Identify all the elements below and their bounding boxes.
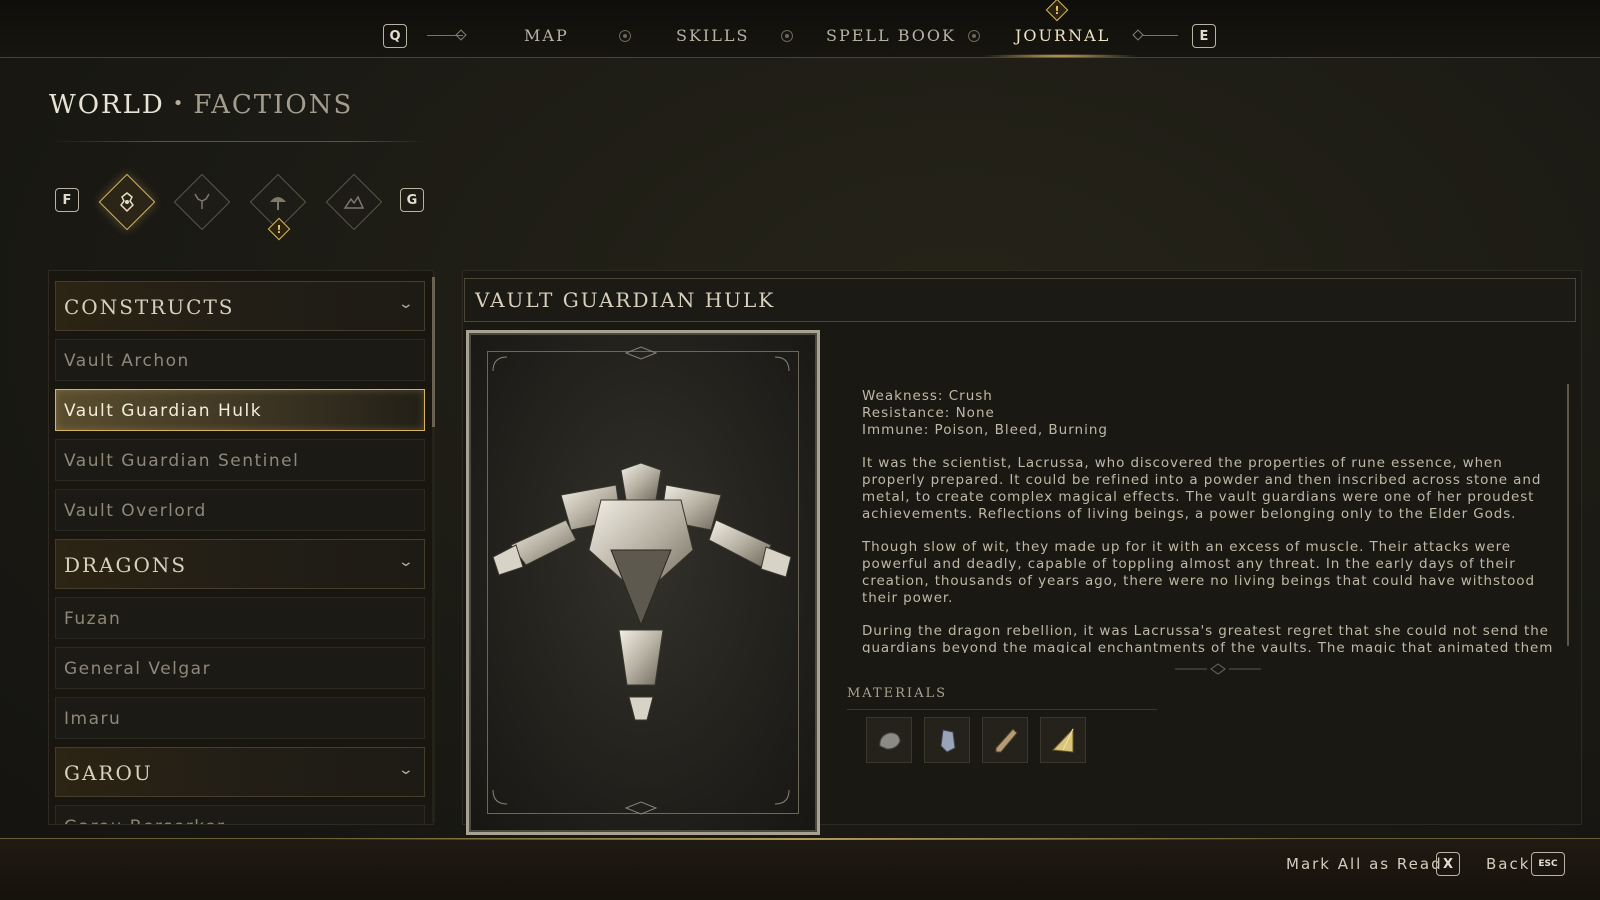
section-label: GAROU [64, 761, 153, 785]
stone-material-icon[interactable] [866, 717, 912, 763]
chevron-down-icon: ⌄ [397, 762, 415, 778]
divider-ornament-icon [1175, 663, 1261, 675]
creature-portrait-card [466, 330, 820, 835]
list-item-vault-overlord[interactable]: Vault Overlord [55, 489, 425, 531]
mark-all-read-button[interactable]: Mark All as Read [1286, 855, 1443, 873]
list-item-garou-berserker[interactable]: Garou Berserker [55, 805, 425, 824]
footer-glow [300, 838, 1300, 840]
section-label: CONSTRUCTS [64, 295, 235, 319]
entry-title: VAULT GUARDIAN HULK [475, 288, 776, 312]
list-item-vault-guardian-sentinel[interactable]: Vault Guardian Sentinel [55, 439, 425, 481]
list-item-label: Vault Guardian Hulk [64, 401, 263, 421]
list-item-general-velgar[interactable]: General Velgar [55, 647, 425, 689]
tab-journal[interactable]: JOURNAL [1015, 26, 1110, 45]
back-key[interactable]: ESC [1531, 852, 1565, 876]
lore-paragraph: Though slow of wit, they made up for it … [862, 539, 1535, 606]
list-item-label: Garou Berserker [64, 817, 225, 824]
vault-guardian-hulk-illustration [492, 346, 792, 815]
materials-divider [847, 709, 1157, 710]
nav-ornament-line [1142, 35, 1178, 36]
top-navigation-bar [0, 0, 1600, 58]
breadcrumb-factions: FACTIONS [193, 90, 354, 120]
section-header-dragons[interactable]: DRAGONS ⌄ [55, 539, 425, 589]
list-item-label: Fuzan [64, 609, 122, 629]
prev-tab-key[interactable]: Q [383, 24, 407, 48]
breadcrumb-separator: • [172, 93, 186, 114]
mark-all-read-key[interactable]: X [1436, 852, 1460, 876]
lore-paragraph: During the dragon rebellion, it was Lacr… [862, 623, 1554, 653]
section-header-constructs[interactable]: CONSTRUCTS ⌄ [55, 281, 425, 331]
nav-separator-dot [968, 30, 980, 42]
list-item-label: Vault Overlord [64, 501, 207, 521]
nav-separator-dot [619, 30, 631, 42]
weakness-text: Weakness: Crush [862, 388, 993, 404]
chevron-down-icon: ⌄ [397, 296, 415, 312]
lore-scrollbar-thumb[interactable] [1567, 384, 1569, 646]
prev-category-key[interactable]: F [55, 188, 79, 212]
list-item-label: Imaru [64, 709, 122, 729]
list-item-label: Vault Guardian Sentinel [64, 451, 300, 471]
entry-title-bar: VAULT GUARDIAN HULK [464, 278, 1576, 322]
immune-text: Immune: Poison, Bleed, Burning [862, 422, 1108, 438]
lore-paragraph: It was the scientist, Lacrussa, who disc… [862, 455, 1542, 522]
back-button[interactable]: Back [1486, 855, 1530, 873]
resistance-text: Resistance: None [862, 405, 995, 421]
section-header-garou[interactable]: GAROU ⌄ [55, 747, 425, 797]
list-item-vault-guardian-hulk[interactable]: Vault Guardian Hulk [55, 389, 425, 431]
active-tab-glow [980, 54, 1140, 58]
portrait-background [469, 333, 817, 832]
chevron-down-icon: ⌄ [397, 554, 415, 570]
materials-heading: MATERIALS [847, 686, 947, 701]
next-tab-key[interactable]: E [1192, 24, 1216, 48]
list-item-vault-archon[interactable]: Vault Archon [55, 339, 425, 381]
list-item-label: General Velgar [64, 659, 212, 679]
lore-scrollbar[interactable] [1567, 384, 1569, 646]
next-category-key[interactable]: G [400, 188, 424, 212]
list-item-label: Vault Archon [64, 351, 190, 371]
tab-skills[interactable]: SKILLS [676, 26, 749, 45]
list-scrollbar-thumb[interactable] [432, 277, 435, 427]
faction-entry-list[interactable]: CONSTRUCTS ⌄ Vault Archon Vault Guardian… [48, 270, 434, 825]
nav-separator-dot [781, 30, 793, 42]
page-title: WORLD • FACTIONS [49, 90, 353, 120]
creature-stats: Weakness: Crush Resistance: None Immune:… [862, 388, 1108, 439]
title-divider [49, 141, 427, 142]
crystal-material-icon[interactable] [924, 717, 970, 763]
breadcrumb-world: WORLD [49, 90, 165, 120]
list-item-imaru[interactable]: Imaru [55, 697, 425, 739]
list-item-fuzan[interactable]: Fuzan [55, 597, 425, 639]
shard-material-icon[interactable] [982, 717, 1028, 763]
gold-shard-material-icon[interactable] [1040, 717, 1086, 763]
lore-description[interactable]: It was the scientist, Lacrussa, who disc… [862, 455, 1562, 653]
tab-map[interactable]: MAP [524, 26, 569, 45]
section-label: DRAGONS [64, 553, 188, 577]
tab-spell-book[interactable]: SPELL BOOK [826, 26, 956, 45]
